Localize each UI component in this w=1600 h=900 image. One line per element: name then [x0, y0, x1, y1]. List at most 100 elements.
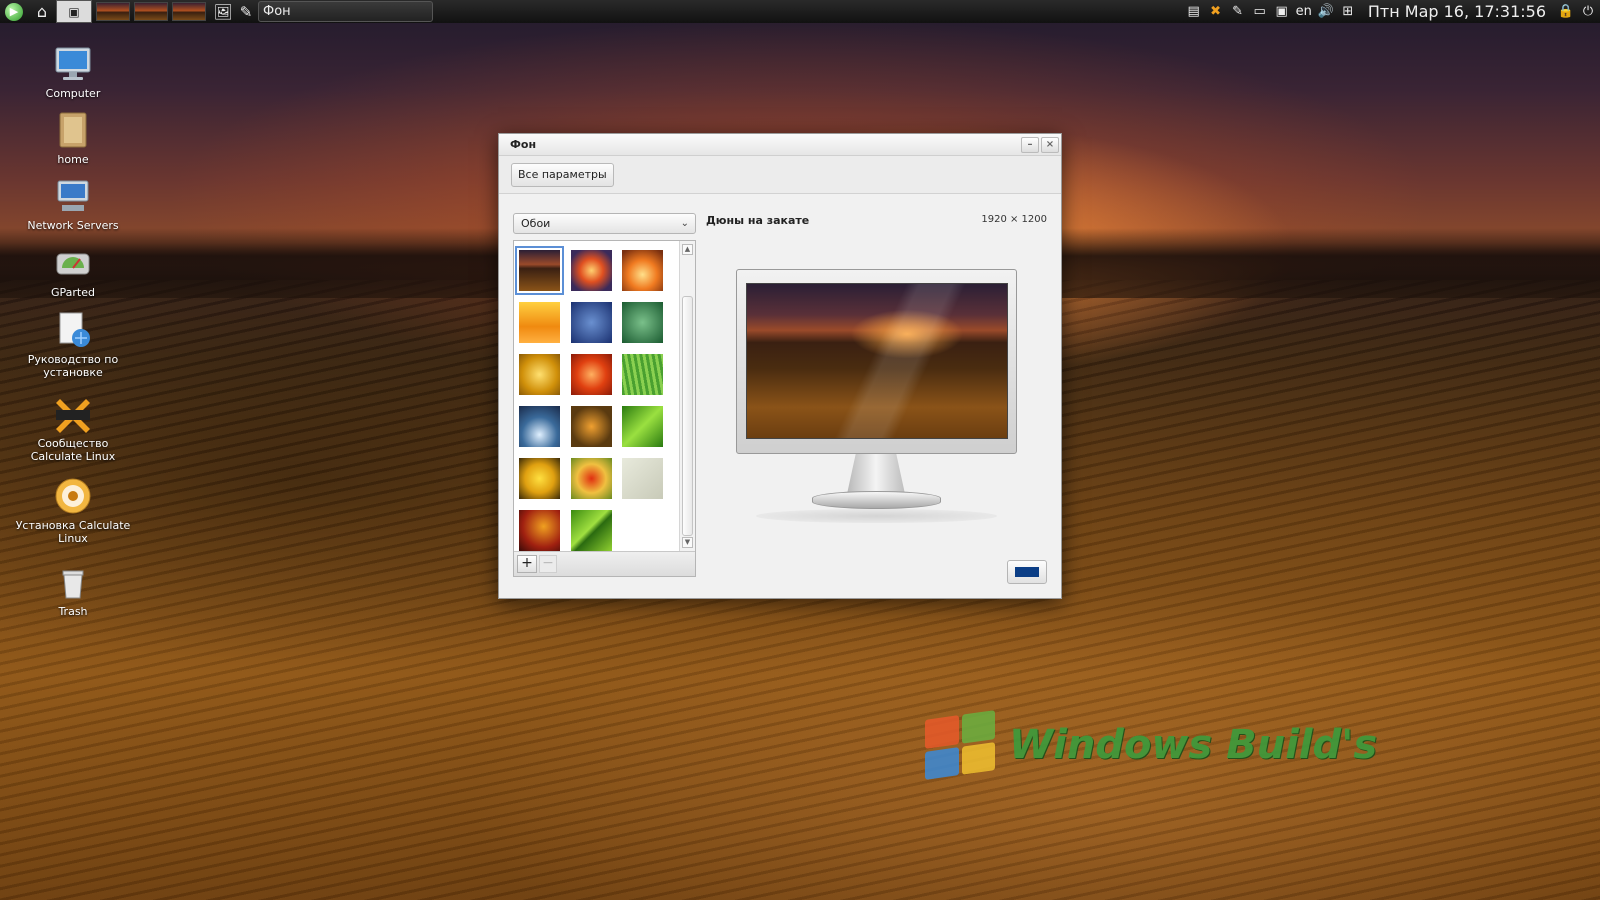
- window-titlebar[interactable]: Фон – ×: [499, 134, 1061, 156]
- background-color-button[interactable]: [1007, 560, 1047, 584]
- folder-icon[interactable]: ▭: [1252, 4, 1268, 20]
- wrench-icon: ✎: [239, 2, 253, 21]
- update-icon[interactable]: ▤: [1186, 4, 1202, 20]
- watermark-text: Windows Build's: [1009, 722, 1378, 768]
- scroll-up-icon[interactable]: ▲: [682, 244, 693, 255]
- gparted-icon: [53, 243, 93, 283]
- trash-icon: [53, 562, 93, 602]
- top-panel: ▶ ⌂ ▣ 🖼 ✎ Фон ▤ ✖ ✎ ▭ ▣ en 🔊 ⊞ Птн Мар 1…: [0, 0, 1600, 23]
- desktop-icon-label: home: [57, 153, 89, 166]
- wallpaper-thumb[interactable]: [571, 458, 612, 499]
- volume-icon[interactable]: 🔊: [1318, 4, 1334, 20]
- computer-icon: [53, 44, 93, 84]
- minimize-icon: –: [1027, 138, 1033, 150]
- minimize-button[interactable]: –: [1021, 136, 1039, 153]
- workspace-4-thumbnail[interactable]: [172, 2, 206, 21]
- desktop-icon-installer[interactable]: Установка Calculate Linux: [12, 476, 134, 545]
- start-icon: ▶: [5, 2, 23, 21]
- wallpaper-thumb[interactable]: [519, 406, 560, 447]
- close-icon: ×: [1045, 138, 1055, 150]
- window-content: Обои ⌄ ▲ ▼ + − Дюны на закате 1920 × 120…: [499, 194, 1061, 598]
- community-chat-icon: [53, 394, 93, 434]
- desktop-icon-label: Computer: [45, 87, 101, 100]
- windows-logo-icon: [925, 710, 995, 780]
- home-folder-icon: [53, 110, 93, 150]
- home-button[interactable]: ⌂: [28, 0, 56, 23]
- wallpaper-thumb[interactable]: [571, 510, 612, 551]
- window-icon: ▣: [68, 4, 80, 19]
- desktop-icon-community[interactable]: Сообщество Calculate Linux: [12, 394, 134, 463]
- wallpaper-thumb[interactable]: [519, 302, 560, 343]
- display-icon[interactable]: ▣: [1274, 4, 1290, 20]
- all-settings-button[interactable]: Все параметры: [511, 162, 614, 187]
- wallpaper-thumb[interactable]: [622, 406, 663, 447]
- desktop-icon-computer[interactable]: Computer: [12, 44, 134, 100]
- wallpaper-thumb[interactable]: [622, 354, 663, 395]
- wallpaper-thumb[interactable]: [571, 354, 612, 395]
- start-menu-button[interactable]: ▶: [0, 0, 28, 23]
- wallpaper-thumb-dunes[interactable]: [515, 246, 564, 295]
- wallpaper-thumb[interactable]: [519, 458, 560, 499]
- background-settings-window: Фон – × Все параметры Обои ⌄ ▲ ▼ + − Дюн…: [498, 133, 1062, 599]
- desktop-icon-label: Trash: [58, 605, 88, 618]
- lock-icon[interactable]: 🔒: [1558, 4, 1574, 20]
- network-icon[interactable]: ⊞: [1340, 4, 1356, 20]
- dropdown-value: Обои: [521, 217, 551, 230]
- desktop-icon-home[interactable]: home: [12, 110, 134, 166]
- close-button[interactable]: ×: [1041, 136, 1059, 153]
- wallpaper-thumb[interactable]: [571, 406, 612, 447]
- install-guide-icon: [53, 310, 93, 350]
- desktop-icon-trash[interactable]: Trash: [12, 562, 134, 618]
- wallpaper-source-dropdown[interactable]: Обои ⌄: [513, 213, 696, 234]
- wallpaper-thumb[interactable]: [571, 302, 612, 343]
- wallpaper-thumb[interactable]: [622, 302, 663, 343]
- gallery-scrollbar[interactable]: ▲ ▼: [679, 241, 695, 551]
- workspace-2-thumbnail[interactable]: [96, 2, 130, 21]
- chevron-down-icon: ⌄: [680, 218, 689, 229]
- desktop-icon-install-guide[interactable]: Руководство по установке: [12, 310, 134, 379]
- desktop-icon-network-servers[interactable]: Network Servers: [12, 176, 134, 232]
- desktop-icon-label: Установка Calculate Linux: [15, 519, 131, 545]
- remove-wallpaper-button[interactable]: −: [539, 555, 557, 573]
- chat-icon[interactable]: ✖: [1208, 4, 1224, 20]
- monitor-shadow: [756, 509, 997, 523]
- workspace-1-button[interactable]: ▣: [56, 0, 92, 23]
- gallery-actions: + −: [514, 551, 695, 576]
- taskbar-item-background[interactable]: Фон: [258, 1, 433, 22]
- clock[interactable]: Птн Мар 16, 17:31:56: [1368, 2, 1546, 21]
- wallpaper-thumb[interactable]: [519, 510, 560, 551]
- power-icon[interactable]: ⏻: [1580, 4, 1596, 20]
- network-servers-icon: [53, 176, 93, 216]
- installer-icon: [53, 476, 93, 516]
- image-viewer-launcher[interactable]: 🖼: [210, 0, 236, 23]
- keyboard-layout-indicator[interactable]: en: [1296, 4, 1312, 19]
- wallpaper-thumb[interactable]: [519, 354, 560, 395]
- window-title: Фон: [510, 138, 537, 151]
- wallpaper-gallery: ▲ ▼ + −: [513, 240, 696, 577]
- home-icon: ⌂: [36, 2, 48, 21]
- desktop-icon-label: Руководство по установке: [27, 353, 119, 379]
- wallpaper-thumb[interactable]: [571, 250, 612, 291]
- wallpaper-resolution: 1920 × 1200: [981, 214, 1047, 225]
- add-wallpaper-button[interactable]: +: [517, 555, 537, 573]
- color-swatch: [1015, 567, 1039, 577]
- scroll-down-icon[interactable]: ▼: [682, 537, 693, 548]
- scrollbar-thumb[interactable]: [682, 296, 693, 536]
- image-icon: 🖼: [213, 2, 233, 21]
- wallpaper-grid: [515, 242, 677, 552]
- settings-launcher[interactable]: ✎: [236, 0, 256, 23]
- desktop-icon-label: GParted: [51, 286, 95, 299]
- notes-icon[interactable]: ✎: [1230, 4, 1246, 20]
- monitor-preview: [736, 269, 1017, 523]
- window-toolbar: Все параметры: [499, 156, 1061, 194]
- monitor-base: [812, 491, 941, 509]
- watermark: Windows Build's: [925, 710, 1378, 780]
- system-tray: ▤ ✖ ✎ ▭ ▣ en 🔊 ⊞ Птн Мар 16, 17:31:56 🔒 …: [1186, 2, 1600, 21]
- desktop-icon-gparted[interactable]: GParted: [12, 243, 134, 299]
- monitor-stand: [847, 454, 905, 494]
- workspace-3-thumbnail[interactable]: [134, 2, 168, 21]
- desktop-icon-label: Сообщество Calculate Linux: [30, 437, 116, 463]
- wallpaper-thumb[interactable]: [622, 250, 663, 291]
- wallpaper-name: Дюны на закате: [706, 214, 810, 227]
- wallpaper-thumb[interactable]: [622, 458, 663, 499]
